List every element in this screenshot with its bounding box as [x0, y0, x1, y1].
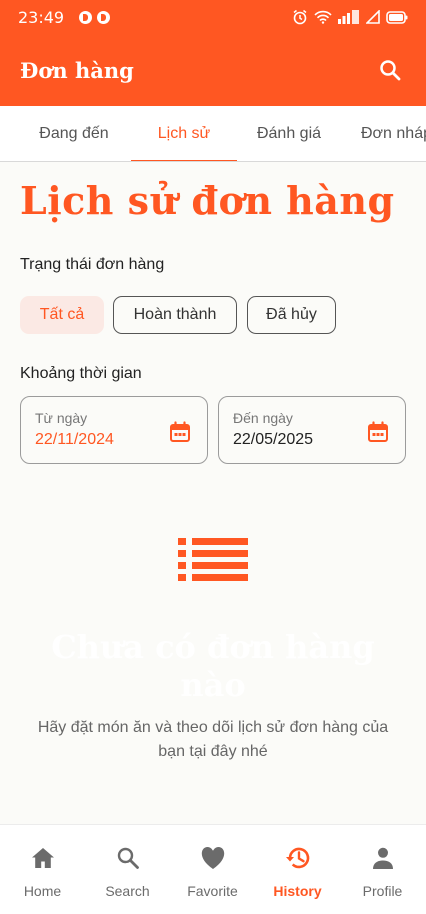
- chip-tat-ca[interactable]: Tất cả: [20, 296, 104, 334]
- chip-label: Hoàn thành: [133, 306, 217, 323]
- nav-label: Favorite: [187, 883, 238, 899]
- from-date-label: Từ ngày: [35, 410, 88, 426]
- history-icon: [285, 847, 309, 869]
- notification-icon: [97, 10, 111, 24]
- to-date-field[interactable]: Đến ngày 22/05/2025: [218, 396, 406, 464]
- chip-hoan-thanh[interactable]: Hoàn thành: [113, 296, 237, 334]
- nav-label: History: [273, 883, 322, 899]
- nav-profile[interactable]: Profile: [340, 825, 425, 914]
- tab-don-nhap[interactable]: Đơn nháp: [343, 106, 426, 161]
- empty-state-description: Hãy đặt món ăn và theo dõi lịch sử đơn h…: [37, 719, 389, 760]
- page-title: Lịch sử đơn hàng: [20, 178, 395, 223]
- to-date-value: 22/05/2025: [233, 431, 314, 448]
- app-bar: Đơn hàng: [0, 34, 426, 106]
- status-icons: [292, 9, 408, 25]
- nav-home[interactable]: Home: [0, 825, 85, 914]
- status-bar: 23:49: [0, 0, 426, 34]
- person-icon: [372, 847, 393, 869]
- app-title: Đơn hàng: [20, 57, 134, 83]
- tab-label: Đơn nháp: [361, 125, 426, 142]
- notification-icon: [79, 10, 93, 24]
- heart-icon: [201, 847, 224, 869]
- empty-state-title: Chưa có đơn hàng nào: [51, 628, 375, 704]
- nav-label: Home: [23, 883, 62, 899]
- chip-da-huy[interactable]: Đã hủy: [247, 296, 336, 334]
- signal-icon: [338, 10, 359, 24]
- tab-danh-gia[interactable]: Đánh giá: [240, 106, 338, 161]
- alarm-icon: [293, 9, 307, 25]
- tab-lich-su[interactable]: Lịch sử: [131, 106, 237, 161]
- status-filter-label: Trạng thái đơn hàng: [20, 256, 165, 273]
- chip-label: Đã hủy: [266, 306, 317, 323]
- tab-label: Đang đến: [39, 125, 109, 142]
- nav-favorite[interactable]: Favorite: [170, 825, 255, 914]
- calendar-icon: [368, 421, 388, 442]
- from-date-value: 22/11/2024: [35, 431, 114, 448]
- list-icon: [178, 538, 248, 581]
- from-date-field[interactable]: Từ ngày 22/11/2024: [20, 396, 208, 464]
- signal-icon: [366, 10, 380, 24]
- search-button[interactable]: [374, 54, 406, 86]
- status-time: 23:49: [18, 7, 65, 27]
- chip-label: Tất cả: [39, 306, 85, 323]
- search-icon: [117, 847, 139, 869]
- to-date-label: Đến ngày: [233, 410, 293, 426]
- order-tabs: Đang đến Lịch sử Đánh giá Đơn nháp: [0, 106, 426, 162]
- date-range-label: Khoảng thời gian: [20, 365, 142, 382]
- nav-label: Search: [105, 883, 150, 899]
- tab-label: Lịch sử: [157, 125, 211, 142]
- wifi-icon: [314, 10, 332, 24]
- tab-dang-den[interactable]: Đang đến: [20, 106, 128, 161]
- battery-icon: [386, 10, 408, 24]
- home-icon: [31, 848, 54, 868]
- nav-history[interactable]: History: [255, 825, 340, 914]
- search-icon: [380, 60, 401, 81]
- calendar-icon: [170, 421, 190, 442]
- tab-label: Đánh giá: [256, 125, 322, 142]
- bottom-nav: Home Search Favorite History Profile: [0, 824, 426, 914]
- nav-search[interactable]: Search: [85, 825, 170, 914]
- nav-label: Profile: [362, 883, 403, 899]
